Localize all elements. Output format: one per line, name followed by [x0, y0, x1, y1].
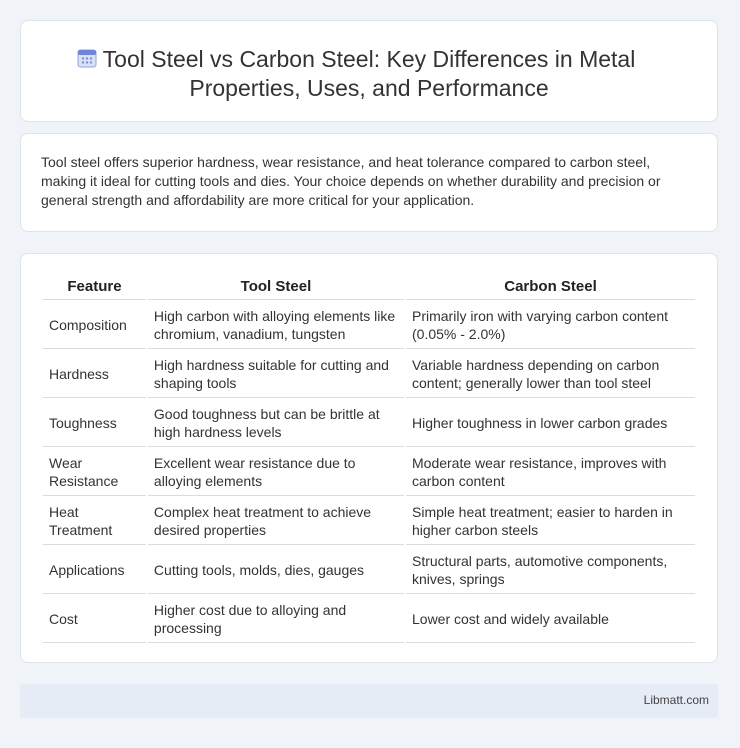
- feature-cell: Hardness: [43, 349, 146, 398]
- table-row: Wear Resistance Excellent wear resistanc…: [43, 447, 695, 496]
- tool-steel-cell: High hardness suitable for cutting and s…: [147, 349, 404, 398]
- table-row: Hardness High hardness suitable for cutt…: [43, 349, 695, 398]
- table-header-row: Feature Tool Steel Carbon Steel: [43, 276, 695, 300]
- footer-bar: Libmatt.com: [20, 684, 718, 718]
- feature-cell: Wear Resistance: [43, 447, 146, 496]
- title-card: Tool Steel vs Carbon Steel: Key Differen…: [20, 20, 718, 122]
- tool-steel-cell: High carbon with alloying elements like …: [147, 300, 404, 349]
- comparison-card: Feature Tool Steel Carbon Steel Composit…: [20, 253, 718, 663]
- column-header-feature: Feature: [43, 276, 146, 300]
- carbon-steel-cell: Primarily iron with varying carbon conte…: [406, 300, 695, 349]
- carbon-steel-cell: Simple heat treatment; easier to harden …: [406, 496, 695, 545]
- table-row: Toughness Good toughness but can be brit…: [43, 398, 695, 447]
- tool-steel-cell: Good toughness but can be brittle at hig…: [147, 398, 404, 447]
- feature-cell: Toughness: [43, 398, 146, 447]
- feature-cell: Heat Treatment: [43, 496, 146, 545]
- table-row: Heat Treatment Complex heat treatment to…: [43, 496, 695, 545]
- tool-steel-cell: Complex heat treatment to achieve desire…: [147, 496, 404, 545]
- carbon-steel-cell: Structural parts, automotive components,…: [406, 545, 695, 594]
- carbon-steel-cell: Higher toughness in lower carbon grades: [406, 398, 695, 447]
- intro-card: Tool steel offers superior hardness, wea…: [20, 133, 718, 232]
- comparison-table: Feature Tool Steel Carbon Steel Composit…: [41, 276, 697, 643]
- carbon-steel-cell: Variable hardness depending on carbon co…: [406, 349, 695, 398]
- footer-site-link[interactable]: Libmatt.com: [644, 693, 709, 707]
- tool-steel-cell: Cutting tools, molds, dies, gauges: [147, 545, 404, 594]
- feature-cell: Applications: [43, 545, 146, 594]
- tool-steel-cell: Higher cost due to alloying and processi…: [147, 594, 404, 643]
- carbon-steel-cell: Lower cost and widely available: [406, 594, 695, 643]
- feature-cell: Cost: [43, 594, 146, 643]
- table-row: Composition High carbon with alloying el…: [43, 300, 695, 349]
- feature-cell: Composition: [43, 300, 146, 349]
- tool-steel-cell: Excellent wear resistance due to alloyin…: [147, 447, 404, 496]
- column-header-tool-steel: Tool Steel: [147, 276, 404, 300]
- table-row: Applications Cutting tools, molds, dies,…: [43, 545, 695, 594]
- table-row: Cost Higher cost due to alloying and pro…: [43, 594, 695, 643]
- intro-paragraph: Tool steel offers superior hardness, wea…: [41, 154, 661, 208]
- carbon-steel-cell: Moderate wear resistance, improves with …: [406, 447, 695, 496]
- page-title: Tool Steel vs Carbon Steel: Key Differen…: [102, 46, 636, 101]
- column-header-carbon-steel: Carbon Steel: [406, 276, 695, 300]
